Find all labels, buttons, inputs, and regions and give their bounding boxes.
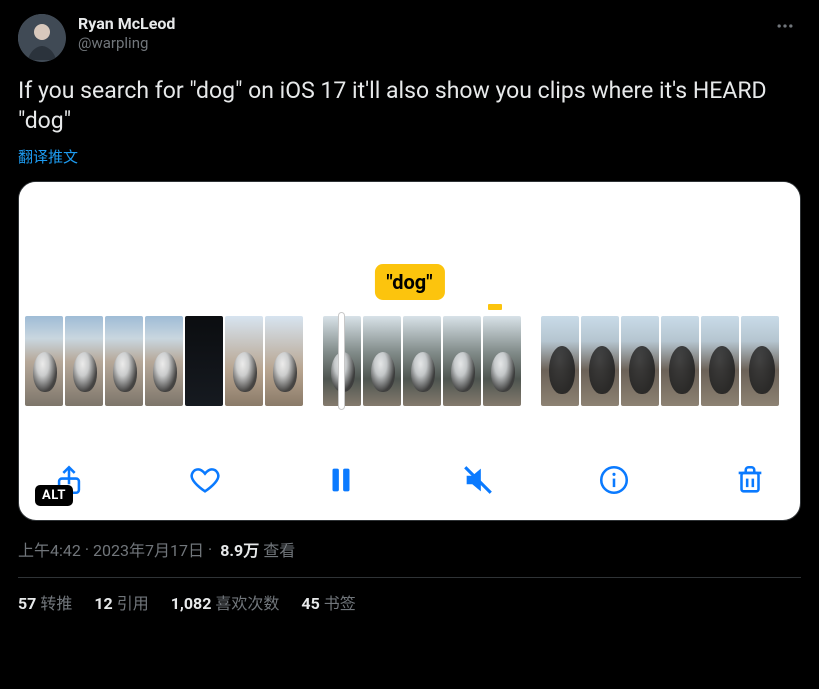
tweet-time[interactable]: 上午4:42 [18,537,81,561]
tweet-stats: 57转推 12 引用 1,082喜欢次数 45 书签 [18,590,801,614]
timeline-frame [65,316,103,406]
media-whitespace [19,182,800,272]
clip-group-1[interactable] [25,316,303,406]
tweet-date[interactable]: 2023年7月17日 [93,537,204,561]
quotes-count: 12 [94,594,112,613]
timeline-frame [701,316,739,406]
meta-separator: · [208,540,212,559]
media-card[interactable]: "dog" [18,181,801,521]
bookmarks-label: 书签 [324,594,356,613]
trash-icon[interactable] [728,458,772,502]
mute-icon[interactable] [456,458,500,502]
timeline-frame [25,316,63,406]
heart-icon[interactable] [183,458,227,502]
retweets-label: 转推 [40,594,72,613]
retweets-count: 57 [18,594,36,613]
quotes-label: 引用 [117,594,149,613]
media-controls [19,458,800,502]
playhead[interactable] [339,313,344,409]
search-term-bubble: "dog" [374,264,444,300]
timeline-frame [621,316,659,406]
more-icon[interactable] [769,14,801,43]
pause-icon[interactable] [319,458,363,502]
info-icon[interactable] [592,458,636,502]
tweet-container: Ryan McLeod @warpling If you search for … [0,0,819,624]
retweets-stat[interactable]: 57转推 [18,590,72,614]
timeline-frame [265,316,303,406]
bubble-tick [488,304,502,310]
timeline-frame [403,316,441,406]
likes-label: 喜欢次数 [215,594,279,613]
timeline-frame [483,316,521,406]
bookmarks-count: 45 [301,594,319,613]
timeline-frame [105,316,143,406]
handle[interactable]: @warpling [78,34,769,52]
timeline-frame [363,316,401,406]
views-count[interactable]: 8.9万 [220,537,259,561]
tweet-meta: 上午4:42 · 2023年7月17日 · 8.9万 查看 [18,537,801,561]
likes-stat[interactable]: 1,082喜欢次数 [171,590,280,614]
divider [18,577,801,578]
translate-link[interactable]: 翻译推文 [18,146,801,167]
quotes-stat[interactable]: 12 引用 [94,590,148,614]
video-timeline[interactable] [19,312,800,410]
tweet-header: Ryan McLeod @warpling [18,14,801,62]
timeline-frame [741,316,779,406]
alt-badge[interactable]: ALT [35,485,73,506]
timeline-frame [145,316,183,406]
likes-count: 1,082 [171,594,212,613]
bookmarks-stat[interactable]: 45 书签 [301,590,355,614]
display-name[interactable]: Ryan McLeod [78,14,769,34]
avatar[interactable] [18,14,66,62]
timeline-frame [185,316,223,406]
timeline-frame [443,316,481,406]
author-names: Ryan McLeod @warpling [78,14,769,52]
views-label: 查看 [263,537,295,561]
meta-separator: · [85,540,89,559]
timeline-frame [661,316,699,406]
timeline-frame [541,316,579,406]
clip-group-2[interactable] [323,316,521,406]
clip-group-3[interactable] [541,316,779,406]
tweet-text: If you search for "dog" on iOS 17 it'll … [18,76,801,136]
timeline-frame [225,316,263,406]
timeline-frame [581,316,619,406]
